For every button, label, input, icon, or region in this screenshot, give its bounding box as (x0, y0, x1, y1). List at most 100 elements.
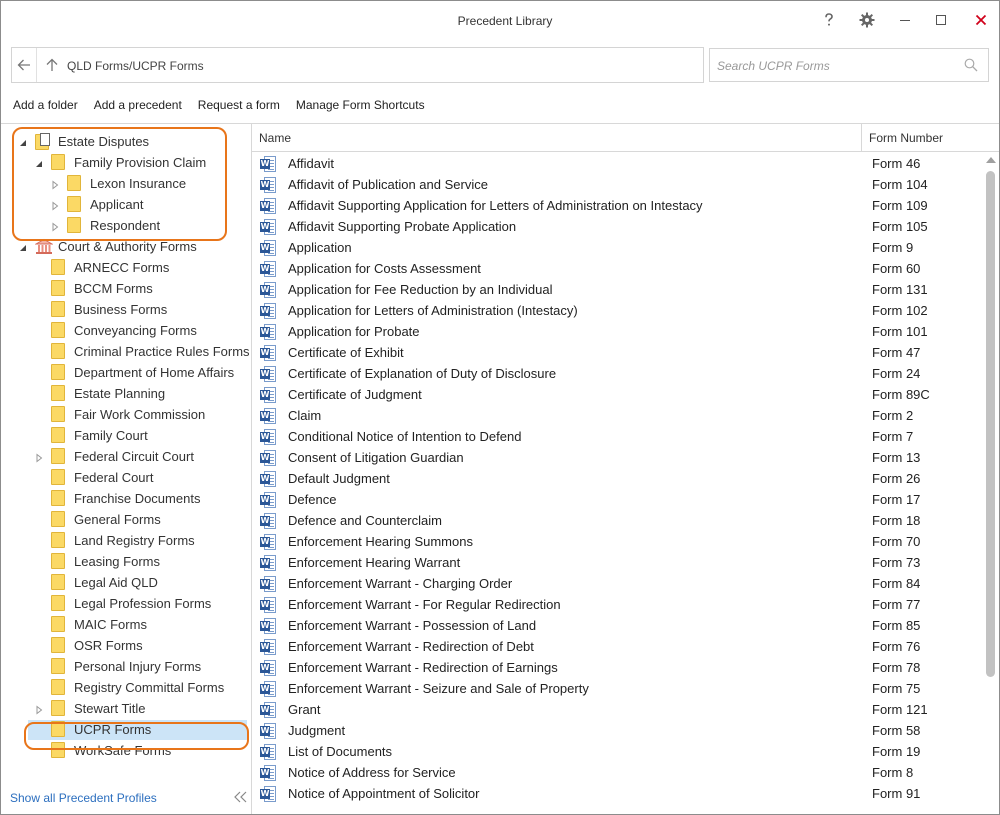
add-folder-button[interactable]: Add a folder (13, 98, 78, 114)
search-input[interactable]: Search UCPR Forms (709, 48, 989, 82)
expanded-arrow-icon[interactable] (18, 241, 28, 251)
vertical-scrollbar[interactable] (982, 153, 999, 814)
request-form-button[interactable]: Request a form (198, 98, 280, 114)
scrollbar-thumb[interactable] (986, 171, 995, 677)
tree-item[interactable]: Family Court (1, 425, 251, 446)
help-icon[interactable] (815, 7, 843, 33)
form-row[interactable]: W Enforcement Warrant - Seizure and Sale … (252, 678, 982, 699)
form-row[interactable]: W Affidavit Supporting Probate Applicatio… (252, 216, 982, 237)
form-row[interactable]: W Certificate of Judgment Form 89C (252, 384, 982, 405)
tree-item[interactable]: Personal Injury Forms (1, 656, 251, 677)
form-number: Form 70 (872, 534, 921, 549)
search-icon[interactable] (964, 58, 978, 75)
form-name: Enforcement Warrant - For Regular Redire… (288, 597, 561, 612)
tree-item[interactable]: Estate Planning (1, 383, 251, 404)
form-number: Form 9 (872, 240, 914, 255)
form-row[interactable]: W List of Documents Form 19 (252, 741, 982, 762)
form-row[interactable]: W Notice of Appointment of Solicitor Form … (252, 783, 982, 804)
form-row[interactable]: W Application Form 9 (252, 237, 982, 258)
tree-item[interactable]: Department of Home Affairs (1, 362, 251, 383)
tree-item[interactable]: Federal Circuit Court (1, 446, 251, 467)
tree-item[interactable]: Leasing Forms (1, 551, 251, 572)
tree-item-label: Fair Work Commission (74, 407, 206, 422)
gear-icon[interactable] (853, 7, 881, 33)
word-document-icon: W (260, 534, 276, 550)
tree-item[interactable]: Stewart Title (1, 698, 251, 719)
collapse-pane-icon[interactable] (233, 790, 249, 808)
show-all-precedent-profiles-link[interactable]: Show all Precedent Profiles (10, 791, 157, 805)
form-row[interactable]: W Enforcement Warrant - Redirection of De… (252, 636, 982, 657)
form-row[interactable]: W Enforcement Warrant - Charging Order For… (252, 573, 982, 594)
tree-item[interactable]: Business Forms (1, 299, 251, 320)
form-row[interactable]: W Affidavit Supporting Application for Le… (252, 195, 982, 216)
form-number: Form 104 (872, 177, 928, 192)
tree-item[interactable]: Criminal Practice Rules Forms (1, 341, 251, 362)
form-row[interactable]: W Application for Letters of Administrati… (252, 300, 982, 321)
form-row[interactable]: W Claim Form 2 (252, 405, 982, 426)
form-row[interactable]: W Application for Costs Assessment Form 60 (252, 258, 982, 279)
column-separator[interactable] (861, 124, 862, 152)
form-row[interactable]: W Defence Form 17 (252, 489, 982, 510)
form-row[interactable]: W Certificate of Explanation of Duty of D… (252, 363, 982, 384)
form-row[interactable]: W Certificate of Exhibit Form 47 (252, 342, 982, 363)
word-document-icon: W (260, 156, 276, 172)
collapsed-arrow-icon[interactable] (34, 451, 44, 463)
form-row[interactable]: W Enforcement Warrant - For Regular Redir… (252, 594, 982, 615)
form-row[interactable]: W Defence and Counterclaim Form 18 (252, 510, 982, 531)
back-arrow-icon[interactable] (12, 48, 37, 82)
tree-item[interactable]: Land Registry Forms (1, 530, 251, 551)
tree-item[interactable]: Conveyancing Forms (1, 320, 251, 341)
tree-item[interactable]: Registry Committal Forms (1, 677, 251, 698)
form-name: Notice of Address for Service (288, 765, 456, 780)
maximize-icon[interactable] (927, 7, 955, 33)
tree-item[interactable]: Fair Work Commission (1, 404, 251, 425)
tree-item[interactable]: Legal Aid QLD (1, 572, 251, 593)
breadcrumb[interactable]: QLD Forms/UCPR Forms (67, 59, 204, 73)
word-document-icon: W (260, 408, 276, 424)
tree-item[interactable]: OSR Forms (1, 635, 251, 656)
scroll-up-icon[interactable] (986, 157, 996, 163)
form-row[interactable]: W Enforcement Warrant - Possession of Lan… (252, 615, 982, 636)
form-row[interactable]: W Judgment Form 58 (252, 720, 982, 741)
column-header-name[interactable]: Name (259, 131, 291, 145)
form-row[interactable]: W Affidavit of Publication and Service For… (252, 174, 982, 195)
form-row[interactable]: W Application for Probate Form 101 (252, 321, 982, 342)
tree-item-label: Personal Injury Forms (74, 659, 202, 674)
form-row[interactable]: W Enforcement Hearing Warrant Form 73 (252, 552, 982, 573)
tree-item[interactable]: Legal Profession Forms (1, 593, 251, 614)
column-header-form-number[interactable]: Form Number (869, 131, 943, 145)
form-name: Application for Letters of Administratio… (288, 303, 578, 318)
word-document-icon: W (260, 240, 276, 256)
tree-item[interactable]: Franchise Documents (1, 488, 251, 509)
tree-item[interactable]: BCCM Forms (1, 278, 251, 299)
add-precedent-button[interactable]: Add a precedent (94, 98, 182, 114)
manage-form-shortcuts-button[interactable]: Manage Form Shortcuts (296, 98, 425, 114)
folder-icon (51, 469, 67, 486)
form-row[interactable]: W Grant Form 121 (252, 699, 982, 720)
form-number: Form 24 (872, 366, 921, 381)
folder-icon (51, 259, 67, 276)
tree-item[interactable]: MAIC Forms (1, 614, 251, 635)
form-row[interactable]: W Enforcement Hearing Summons Form 70 (252, 531, 982, 552)
form-row[interactable]: W Application for Fee Reduction by an Ind… (252, 279, 982, 300)
tree-item[interactable]: Federal Court (1, 467, 251, 488)
word-document-icon: W (260, 450, 276, 466)
tree-item-label: Family Court (74, 428, 148, 443)
form-number: Form 17 (872, 492, 921, 507)
word-document-icon: W (260, 282, 276, 298)
tree-item[interactable]: General Forms (1, 509, 251, 530)
form-row[interactable]: W Conditional Notice of Intention to Defe… (252, 426, 982, 447)
collapsed-arrow-icon[interactable] (34, 703, 44, 715)
form-number: Form 60 (872, 261, 921, 276)
form-row[interactable]: W Enforcement Warrant - Redirection of Ea… (252, 657, 982, 678)
tree-item-label: Court & Authority Forms (58, 239, 197, 254)
minimize-icon[interactable] (891, 7, 919, 33)
close-icon[interactable] (967, 7, 995, 33)
form-row[interactable]: W Notice of Address for Service Form 8 (252, 762, 982, 783)
form-row[interactable]: W Default Judgment Form 26 (252, 468, 982, 489)
form-name: Enforcement Warrant - Possession of Land (288, 618, 537, 633)
tree-item[interactable]: ARNECC Forms (1, 257, 251, 278)
form-row[interactable]: W Affidavit Form 46 (252, 153, 982, 174)
form-row[interactable]: W Consent of Litigation Guardian Form 13 (252, 447, 982, 468)
up-arrow-icon[interactable] (42, 48, 62, 82)
